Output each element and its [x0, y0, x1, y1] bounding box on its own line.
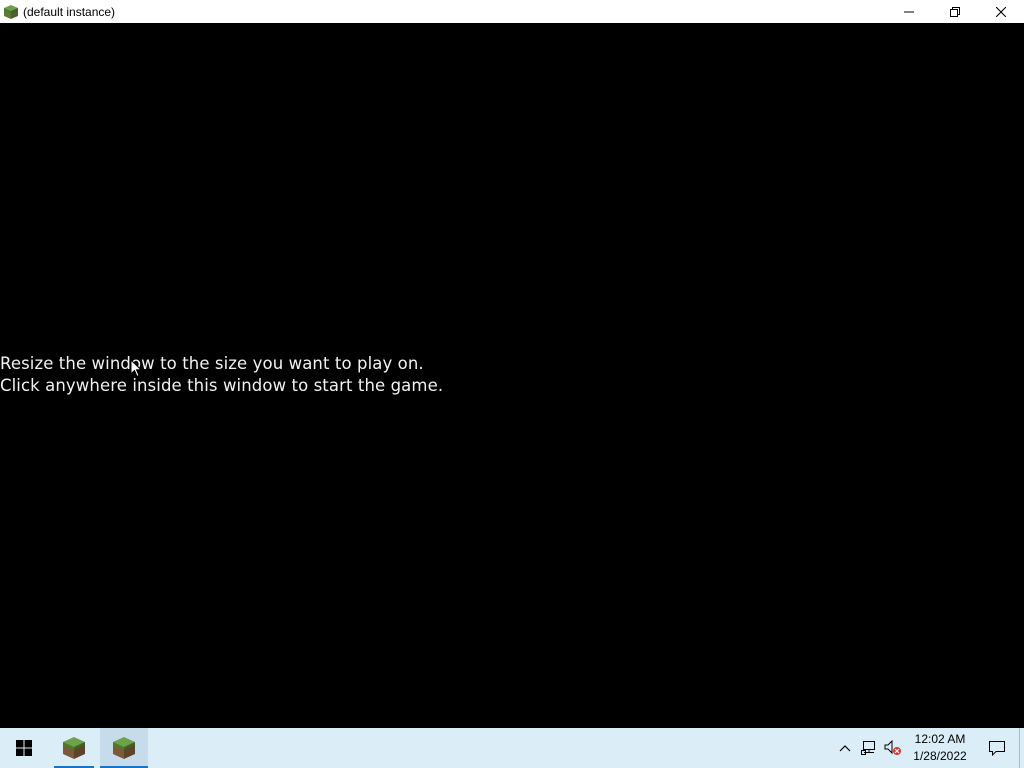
- mouse-cursor-icon: [131, 360, 143, 378]
- network-icon: [861, 741, 875, 755]
- window-title: (default instance): [23, 4, 116, 19]
- restore-icon: [950, 6, 960, 17]
- close-icon: [996, 6, 1006, 17]
- show-desktop-button[interactable]: [1019, 728, 1024, 768]
- volume-button[interactable]: [881, 728, 905, 768]
- taskbar-item-minecraft-launcher[interactable]: [50, 728, 98, 768]
- start-instruction: Click anywhere inside this window to sta…: [0, 376, 444, 395]
- clock[interactable]: 12:02 AM 1/28/2022: [905, 731, 975, 765]
- clock-date: 1/28/2022: [913, 749, 967, 763]
- chevron-up-icon: [839, 745, 851, 752]
- restore-button[interactable]: [932, 0, 978, 23]
- window-controls: [886, 0, 1024, 23]
- windows-logo-icon: [16, 740, 32, 756]
- grass-block-icon: [63, 737, 85, 759]
- minimize-icon: [904, 11, 914, 12]
- minimize-button[interactable]: [886, 0, 932, 23]
- system-tray: 12:02 AM 1/28/2022: [833, 728, 1024, 768]
- clock-time: 12:02 AM: [914, 732, 966, 746]
- close-button[interactable]: [978, 0, 1024, 23]
- taskbar-item-minecraft-game[interactable]: [100, 728, 148, 768]
- grass-block-icon: [113, 737, 135, 759]
- show-hidden-icons-button[interactable]: [833, 728, 857, 768]
- game-canvas[interactable]: Resize the window to the size you want t…: [0, 23, 1024, 728]
- taskbar: 12:02 AM 1/28/2022: [0, 728, 1024, 768]
- window-titlebar[interactable]: (default instance): [0, 0, 1024, 23]
- grass-block-icon: [4, 4, 18, 19]
- action-center-button[interactable]: [975, 728, 1019, 768]
- notification-icon: [989, 740, 1005, 756]
- start-button[interactable]: [0, 728, 48, 768]
- resize-instruction: Resize the window to the size you want t…: [0, 354, 424, 373]
- volume-muted-icon: [884, 740, 901, 755]
- network-button[interactable]: [857, 728, 881, 768]
